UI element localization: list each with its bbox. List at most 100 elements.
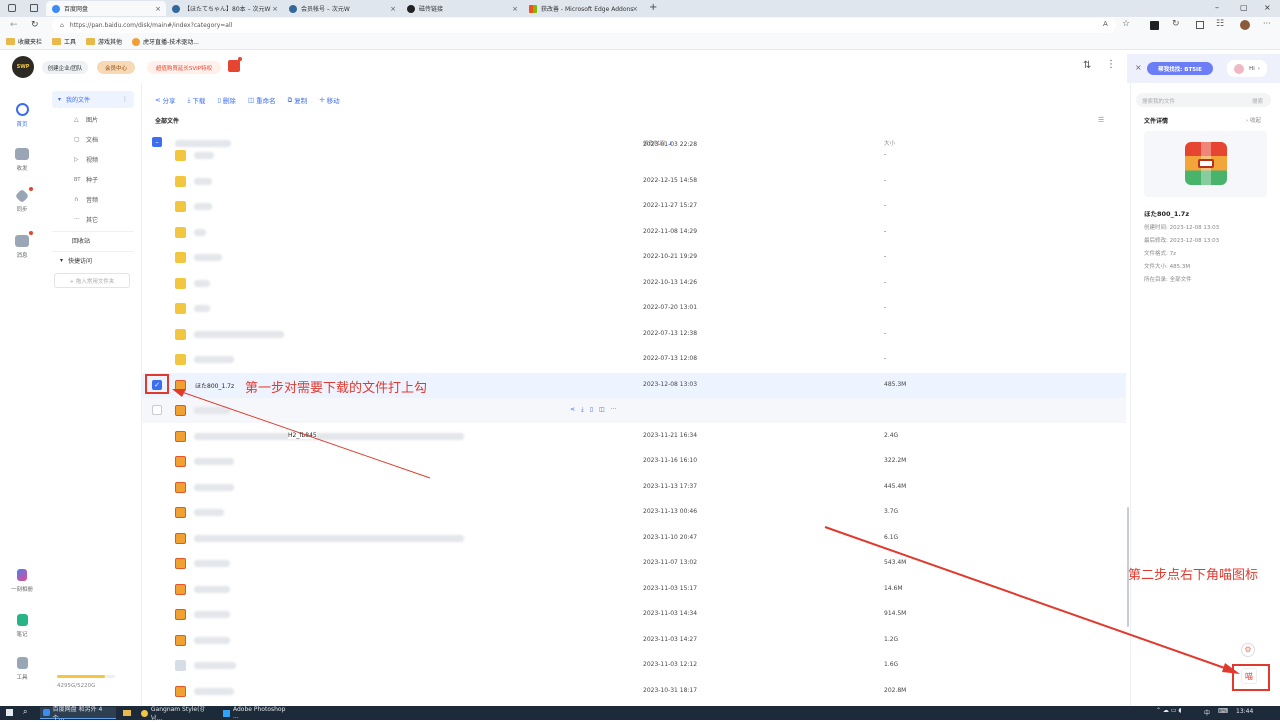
table-row[interactable]: 2022-11-27 15:27 - — [142, 194, 1126, 219]
close-tab-icon[interactable]: × — [512, 5, 518, 13]
nav-item-other[interactable]: ··· 其它 — [52, 211, 134, 228]
tab-baidu-pan[interactable]: 百度网盘 × — [46, 1, 166, 16]
nav-my-files[interactable]: ▾ 我的文件 ⋮ — [52, 91, 134, 108]
rename-icon[interactable]: ◫ — [599, 406, 605, 414]
file-name-redacted[interactable] — [194, 254, 222, 261]
transfer-icon[interactable]: ⇅ — [1083, 60, 1091, 71]
rail-item-messages[interactable]: 消息 — [0, 231, 44, 259]
rail-item-album[interactable]: 一刻相册 — [0, 569, 44, 593]
gift-icon[interactable] — [228, 60, 240, 72]
tab-member-account[interactable]: 会员帐号 – 次元W × — [283, 1, 401, 16]
move-button[interactable]: ✛ 移动 — [319, 94, 339, 106]
svip-promo-button[interactable]: 超值购買延长SVIP特权 — [147, 61, 221, 74]
favorite-games[interactable]: 游戏其他 — [86, 37, 122, 46]
share-icon[interactable]: ⋖ — [570, 406, 575, 414]
table-row[interactable]: 2023-11-13 00:46 3.7G — [142, 500, 1126, 525]
table-row[interactable]: 2023-11-10 20:47 6.1G — [142, 526, 1126, 551]
close-window-icon[interactable]: × — [1264, 3, 1271, 12]
extension-icon[interactable] — [1150, 21, 1159, 30]
table-row[interactable]: 2022-07-20 13:01 - — [142, 296, 1126, 321]
windows-start-icon[interactable] — [6, 709, 13, 716]
more-icon[interactable]: ··· — [611, 406, 617, 414]
file-name-redacted[interactable] — [194, 687, 234, 695]
ime-indicator[interactable]: 中 — [1204, 708, 1210, 717]
tab-magnet-link[interactable]: 磁传链接 × — [401, 1, 523, 16]
file-name-redacted[interactable] — [194, 203, 212, 210]
table-row[interactable]: 2022-10-13 14:26 - — [142, 271, 1126, 296]
back-icon[interactable]: ← — [10, 20, 18, 30]
close-helper-icon[interactable]: × — [1135, 63, 1142, 72]
tab-hotate[interactable]: 【ほたてちゃん】80本 – 次元W × — [166, 1, 283, 16]
table-row[interactable]: 2023-11-03 14:34 914.5M — [142, 602, 1126, 627]
task-file-explorer[interactable] — [120, 707, 134, 719]
rail-item-tools[interactable]: 工具 — [0, 657, 44, 681]
file-name-redacted[interactable] — [194, 330, 284, 338]
add-quick-folder[interactable]: + 拖入常用文件夹 — [54, 273, 130, 288]
favorite-star-icon[interactable]: ☆ — [1122, 19, 1130, 29]
table-row[interactable]: 2023-11-03 15:17 14.6M — [142, 577, 1126, 602]
file-name-redacted[interactable] — [194, 560, 230, 567]
file-name-redacted[interactable] — [194, 509, 224, 516]
file-name-redacted[interactable] — [194, 356, 234, 363]
tab-edge-addons[interactable]: 获改善 - Microsoft Edge Addons × — [523, 1, 643, 16]
close-tab-icon[interactable]: × — [390, 5, 396, 13]
close-tab-icon[interactable]: × — [632, 5, 638, 13]
file-name-redacted[interactable] — [194, 305, 210, 312]
rename-button[interactable]: ◫ 重命名 — [248, 94, 276, 106]
file-name-redacted[interactable] — [194, 458, 234, 465]
rail-item-sync[interactable]: 同步 — [0, 187, 44, 213]
rail-item-home[interactable]: 首页 — [0, 103, 44, 128]
trash-icon[interactable]: ▯ — [590, 406, 593, 414]
header-more-icon[interactable]: ⋮ — [1106, 59, 1116, 70]
favorite-huya[interactable]: 虎牙直播-技术驱动... — [132, 37, 199, 46]
file-name-redacted[interactable] — [194, 534, 464, 542]
download-icon[interactable]: ⤓ — [581, 406, 584, 414]
nav-recycle-bin[interactable]: 回收站 — [52, 232, 134, 249]
tray-icons[interactable]: ⌃ ☁ ▭ ◖ — [1156, 707, 1182, 714]
file-name-redacted[interactable] — [194, 585, 230, 593]
table-row[interactable]: H2_fb845 2023-11-21 16:34 2.4G — [142, 424, 1126, 449]
browser-refresh-icon[interactable]: ↻ — [1172, 19, 1180, 29]
file-name-redacted[interactable] — [194, 662, 236, 669]
share-button[interactable]: ⋖ 分享 — [155, 94, 175, 106]
clock[interactable]: 13:44 — [1236, 708, 1253, 715]
find-helper-button[interactable]: 帮我找找: BT5IE — [1147, 62, 1213, 75]
tab-actions-icon[interactable] — [30, 4, 38, 12]
minimize-icon[interactable]: – — [1215, 3, 1219, 12]
file-name-redacted[interactable] — [194, 279, 210, 287]
keyboard-icon[interactable]: ⌨ — [1218, 707, 1228, 715]
new-tab-button[interactable]: + — [649, 2, 657, 13]
favorite-tools[interactable]: 工具 — [52, 37, 76, 46]
table-row[interactable]: 2022-10-21 19:29 - — [142, 245, 1126, 270]
task-gangnam-style[interactable]: Gangnam Style(강남... — [138, 706, 218, 722]
maximize-icon[interactable]: ▢ — [1240, 3, 1248, 12]
read-aloud-icon[interactable]: A — [1103, 20, 1108, 28]
search-icon[interactable]: ⌕ — [23, 707, 27, 717]
profile-avatar[interactable] — [1240, 20, 1250, 30]
refresh-icon[interactable]: ↻ — [31, 20, 39, 30]
file-name-redacted[interactable] — [194, 228, 206, 236]
delete-button[interactable]: ▯ 删除 — [217, 94, 236, 106]
table-row[interactable]: 2023-11-03 14:27 1.2G — [142, 628, 1126, 653]
nav-item-torrents[interactable]: BT 种子 — [52, 171, 134, 188]
table-row[interactable]: 2023-01-03 22:28 - — [142, 141, 1126, 168]
file-name-redacted[interactable] — [194, 611, 230, 618]
rail-item-notes[interactable]: 笔记 — [0, 614, 44, 638]
nav-item-audio[interactable]: ∩ 音频 — [52, 191, 134, 208]
search-button[interactable]: 搜索 — [1252, 97, 1263, 105]
table-row[interactable]: 2023-11-03 12:12 1.6G — [142, 653, 1126, 678]
nav-item-videos[interactable]: ▷ 视频 — [52, 151, 134, 168]
close-tab-icon[interactable]: × — [272, 5, 278, 13]
table-row[interactable]: 2022-07-13 12:08 - — [142, 347, 1126, 372]
table-row[interactable]: 2023-11-13 17:37 445.4M — [142, 475, 1126, 500]
search-input[interactable]: 搜索我的文件 搜索 — [1136, 93, 1271, 107]
nav-quick-access[interactable]: ▾ 快捷访问 — [52, 252, 134, 269]
view-toggle-icon[interactable]: ☰ — [1098, 116, 1104, 124]
address-input[interactable]: ⌂ https://pan.baidu.com/disk/main#/index… — [52, 18, 1116, 33]
assistant-hi-button[interactable]: Hi › — [1227, 60, 1267, 77]
task-photoshop[interactable]: Adobe Photoshop ... — [220, 706, 296, 720]
user-logo-avatar[interactable]: SWP — [12, 56, 34, 78]
table-row[interactable]: 2022-11-08 14:29 - — [142, 220, 1126, 245]
nav-item-images[interactable]: △ 图片 — [52, 111, 134, 128]
file-name-redacted[interactable] — [194, 177, 212, 185]
